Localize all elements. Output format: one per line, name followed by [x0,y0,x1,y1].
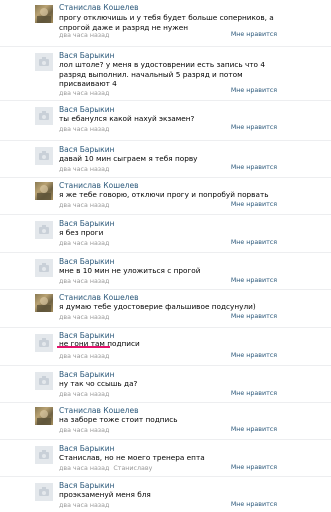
avatar[interactable] [35,5,53,23]
comment-time[interactable]: два часа назад [59,427,109,434]
avatar[interactable] [35,182,53,200]
like-button[interactable]: Мне нравится [231,352,277,359]
avatar[interactable] [35,259,53,277]
comment-author[interactable]: Станислав Кошелев [59,293,139,302]
comment-author[interactable]: Вася Барыкин [59,105,115,114]
reply-to-link[interactable]: Станиславу [113,465,152,472]
comment-text: я же тебе говорю, отключи прогу и попроб… [59,190,269,199]
comment-text: лол штоле? у меня в удостоврении есть за… [59,60,265,88]
like-button[interactable]: Мне нравится [231,31,277,38]
comment-text: Станислав, но не моего тренера епта [59,453,205,462]
avatar[interactable] [35,221,53,239]
comment-item: Вася Барыкин лол штоле? у меня в удостов… [0,46,331,97]
avatar[interactable] [35,107,53,125]
comment-time[interactable]: два часа назад [59,278,109,285]
avatar[interactable] [35,334,53,352]
comment-meta: два часа назад Станиславу [59,465,152,472]
comment-time[interactable]: два часа назад [59,353,109,360]
comment-author[interactable]: Станислав Кошелев [59,406,139,415]
comment-time[interactable]: два часа назад [59,166,109,173]
comment-time[interactable]: два часа назад [59,202,109,209]
like-button[interactable]: Мне нравится [231,501,277,508]
comment-text: мне в 10 мин не уложиться с прогой [59,266,201,275]
comment-author[interactable]: Вася Барыкин [59,370,115,379]
comment-item: Вася Барыкин ты ебанулся какой нахуй экз… [0,100,331,135]
comment-author[interactable]: Станислав Кошелев [59,181,139,190]
comment-item: Станислав Кошелев прогу отключишь и у те… [0,0,331,40]
comment-author[interactable]: Вася Барыкин [59,257,115,266]
comment-thread: Станислав Кошелев прогу отключишь и у те… [0,0,331,512]
like-button[interactable]: Мне нравится [231,277,277,284]
like-button[interactable]: Мне нравится [231,464,277,471]
comment-item: Станислав Кошелев на заборе тоже стоит п… [0,402,331,437]
comment-text: на заборе тоже стоит подпись [59,415,178,424]
comment-text: я думаю тебе удостоверие фальшивое подсу… [59,302,256,311]
comment-item: Вася Барыкин я без проги два часа назад … [0,214,331,249]
comment-author[interactable]: Вася Барыкин [59,145,115,154]
comment-time[interactable]: два часа назад [59,90,109,97]
comment-text: проэкзаменуй меня бля [59,490,151,499]
comment-item: Станислав Кошелев я же тебе говорю, откл… [0,177,331,212]
avatar[interactable] [35,446,53,464]
comment-time[interactable]: два часа назад [59,314,109,321]
comment-time[interactable]: два часа назад [59,391,109,398]
avatar[interactable] [35,372,53,390]
avatar[interactable] [35,407,53,425]
like-button[interactable]: Мне нравится [231,164,277,171]
comment-author[interactable]: Вася Барыкин [59,444,115,453]
like-button[interactable]: Мне нравится [231,124,277,131]
comment-text: ну так чо ссышь да? [59,379,138,388]
comment-item: Вася Барыкин ну так чо ссышь да? два час… [0,365,331,400]
comment-author[interactable]: Вася Барыкин [59,219,115,228]
highlight-underline [57,346,110,348]
comment-text: прогу отключишь и у тебя будет больше со… [59,13,274,32]
comment-text: я без проги [59,228,104,237]
comment-text: ты ебанулся какой нахуй экзамен? [59,114,195,123]
comment-item: Вася Барыкин не гони там подписи два час… [0,327,331,362]
comment-time[interactable]: два часа назад [59,32,109,39]
like-button[interactable]: Мне нравится [231,390,277,397]
comment-time[interactable]: два часа назад [59,465,109,472]
comment-author[interactable]: Вася Барыкин [59,51,115,60]
avatar[interactable] [35,294,53,312]
like-button[interactable]: Мне нравится [231,426,277,433]
like-button[interactable]: Мне нравится [231,201,277,208]
comment-item: Вася Барыкин проэкзаменуй меня бля два ч… [0,476,331,511]
like-button[interactable]: Мне нравится [231,87,277,94]
comment-author[interactable]: Станислав Кошелев [59,3,139,12]
comment-item: Вася Барыкин Станислав, но не моего трен… [0,439,331,474]
comment-author[interactable]: Вася Барыкин [59,481,115,490]
comment-item: Вася Барыкин давай 10 мин сыграем я тебя… [0,140,331,175]
like-button[interactable]: Мне нравится [231,239,277,246]
avatar[interactable] [35,53,53,71]
comment-item: Вася Барыкин мне в 10 мин не уложиться с… [0,252,331,287]
comment-text: давай 10 мин сыграем я тебя порву [59,154,198,163]
comment-time[interactable]: два часа назад [59,502,109,509]
comment-item: Станислав Кошелев я думаю тебе удостовер… [0,289,331,324]
comment-time[interactable]: два часа назад [59,126,109,133]
comment-time[interactable]: два часа назад [59,240,109,247]
like-button[interactable]: Мне нравится [231,313,277,320]
avatar[interactable] [35,147,53,165]
avatar[interactable] [35,483,53,501]
